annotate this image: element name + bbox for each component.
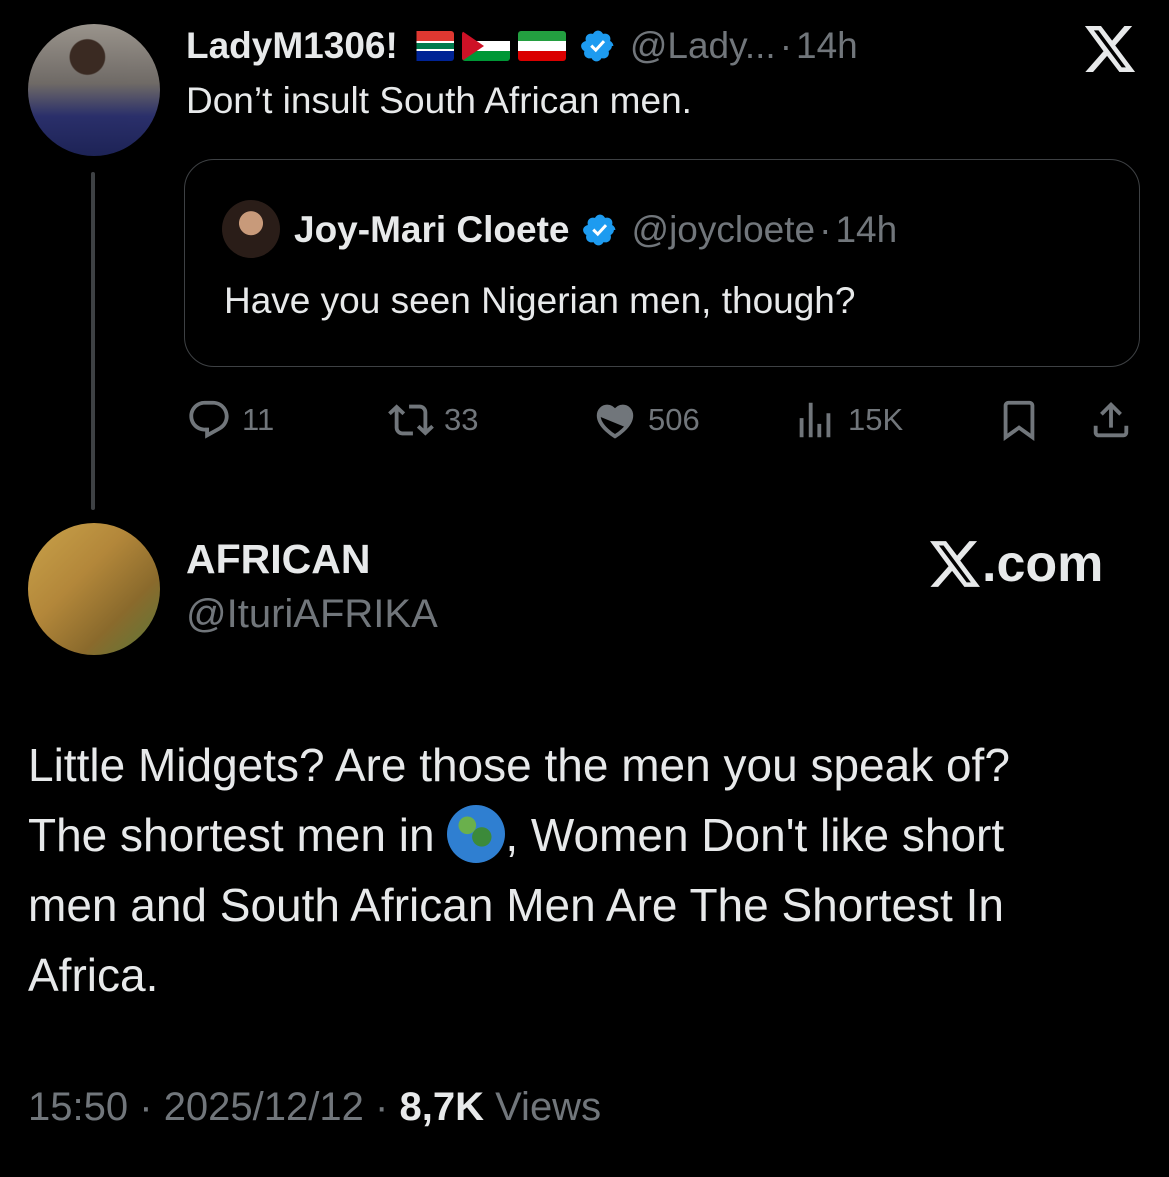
tweet2-body-text: The shortest men in bbox=[28, 809, 448, 861]
thread-line bbox=[91, 172, 95, 510]
tweet2-handle[interactable]: @IturiAFRIKA bbox=[186, 592, 438, 637]
avatar-ituriafrika[interactable] bbox=[28, 523, 160, 655]
views-button[interactable]: 15K bbox=[792, 397, 903, 443]
quote-separator: · bbox=[819, 209, 832, 250]
tweet2-time[interactable]: 15:50 bbox=[28, 1085, 128, 1129]
quote-header: Joy-Mari Cloete @joycloete · 14h bbox=[294, 205, 897, 255]
tweet2-views-label: Views bbox=[495, 1085, 602, 1129]
reply-count: 11 bbox=[242, 402, 275, 437]
tweet1-text: Don’t insult South African men. bbox=[186, 80, 692, 121]
tweet2-body-line: Africa. bbox=[28, 949, 159, 1001]
flag-palestine-icon bbox=[461, 31, 510, 61]
quoted-tweet-card[interactable] bbox=[184, 159, 1140, 367]
tweet2-meta: 15:50 · 2025/12/12 · 8,7K Views bbox=[28, 1085, 601, 1130]
quote-text: Have you seen Nigerian men, though? bbox=[224, 280, 856, 321]
tweet1-display-name[interactable]: LadyM1306! bbox=[186, 25, 398, 67]
avatar-ladym1306[interactable] bbox=[28, 24, 160, 156]
tweet2-body-text: , Women Don't like short bbox=[505, 809, 1005, 861]
tweet2-body-line: Little Midgets? Are those the men you sp… bbox=[28, 739, 1010, 791]
repost-icon bbox=[388, 404, 434, 436]
analytics-icon bbox=[799, 402, 831, 438]
tweet2-body-line: men and South African Men Are The Shorte… bbox=[28, 879, 1004, 931]
avatar-joycloete[interactable] bbox=[222, 200, 280, 258]
quote-handle[interactable]: @joycloete bbox=[632, 209, 816, 251]
share-button[interactable] bbox=[1088, 397, 1134, 443]
tweet1-handle[interactable]: @Lady... bbox=[630, 25, 776, 67]
x-logo-icon bbox=[930, 541, 980, 587]
tweet2-views-count[interactable]: 8,7K bbox=[399, 1085, 484, 1129]
tweet2-date[interactable]: 2025/12/12 bbox=[164, 1085, 364, 1129]
reply-button[interactable]: 11 bbox=[186, 397, 274, 443]
repost-button[interactable]: 33 bbox=[388, 397, 478, 443]
quote-display-name[interactable]: Joy-Mari Cloete bbox=[294, 209, 570, 251]
verified-badge-icon bbox=[582, 214, 615, 246]
x-logo-icon bbox=[1084, 26, 1136, 72]
quote-time[interactable]: 14h bbox=[835, 209, 897, 251]
reply-icon bbox=[189, 400, 229, 439]
tweet1-time[interactable]: 14h bbox=[796, 25, 858, 67]
tweet2-body: Little Midgets? Are those the men you sp… bbox=[28, 730, 1148, 1010]
meta-dot: · bbox=[139, 1085, 153, 1129]
bookmark-button[interactable] bbox=[996, 397, 1042, 443]
views-count: 15K bbox=[848, 402, 904, 437]
bookmark-icon bbox=[1003, 400, 1035, 441]
tweet1-header: LadyM1306! @Lady... · 14h bbox=[186, 22, 858, 70]
flag-iran-icon bbox=[517, 31, 566, 61]
tweet1-separator: · bbox=[779, 25, 793, 66]
watermark-text: .com bbox=[982, 535, 1104, 593]
share-icon bbox=[1093, 401, 1129, 438]
heart-icon bbox=[596, 404, 634, 439]
globe-africa-icon bbox=[447, 805, 506, 863]
x-com-watermark: .com bbox=[930, 534, 1103, 594]
like-button[interactable]: 506 bbox=[592, 397, 700, 443]
tweet2-display-name[interactable]: AFRICAN bbox=[186, 536, 370, 583]
meta-dot: · bbox=[375, 1085, 389, 1129]
repost-count: 33 bbox=[444, 402, 479, 437]
verified-badge-icon bbox=[580, 30, 614, 62]
like-count: 506 bbox=[648, 402, 700, 437]
flag-south-africa-icon bbox=[405, 31, 454, 61]
tweet2-body-line: The shortest men in , Women Don't like s… bbox=[28, 800, 1148, 870]
